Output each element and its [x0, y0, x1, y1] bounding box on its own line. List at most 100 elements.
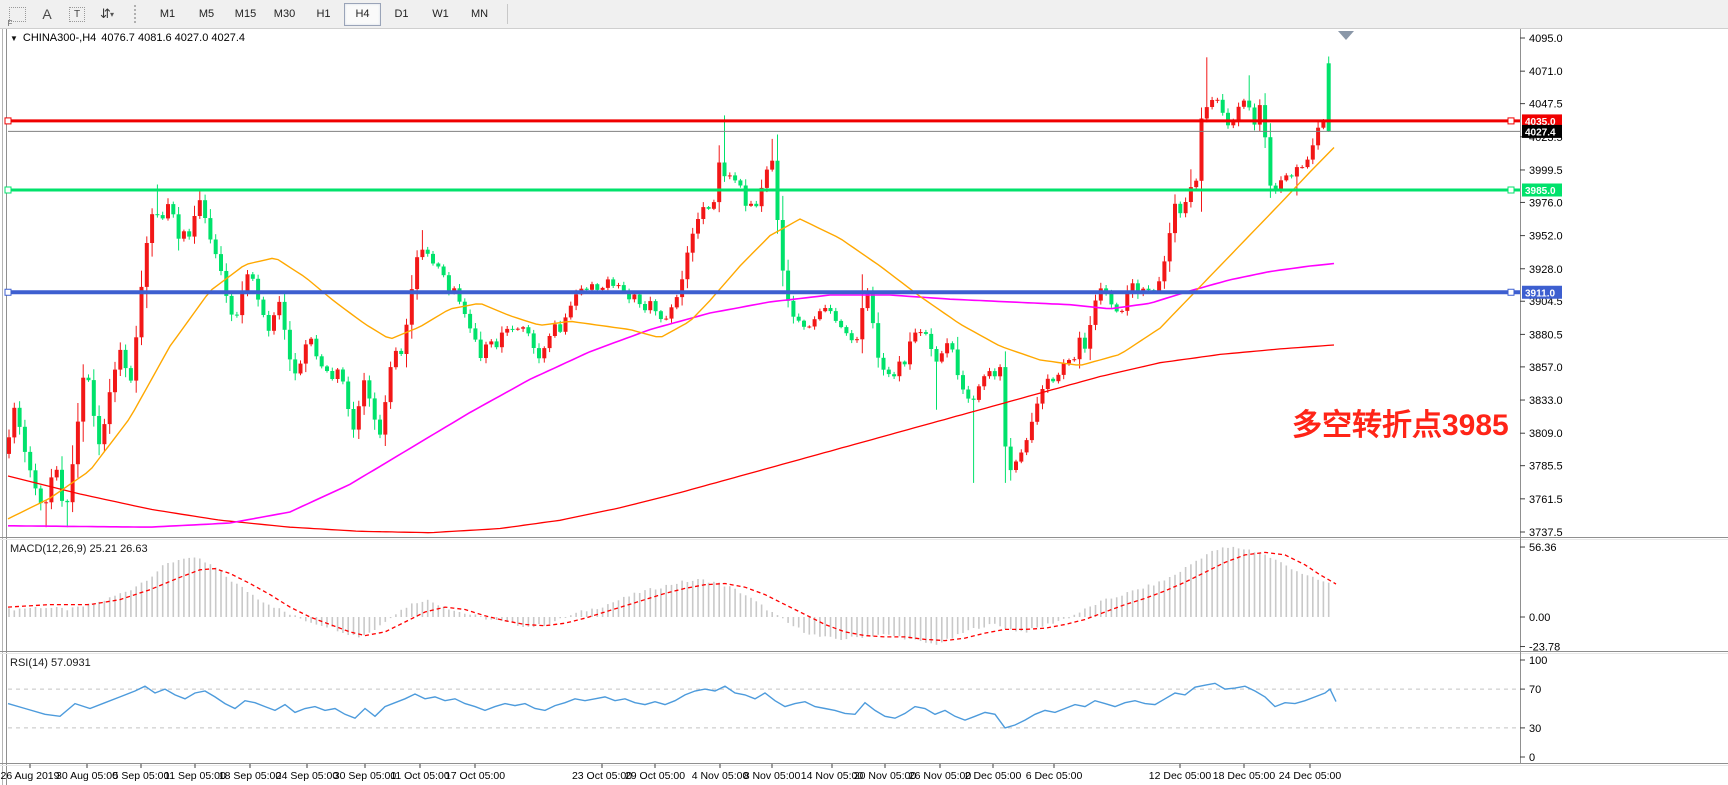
hline-handle[interactable]: [1508, 118, 1514, 124]
date-label: 8 Nov 05:00: [744, 770, 801, 782]
candle-body: [299, 364, 303, 374]
candle-body: [124, 350, 128, 368]
candle-body: [611, 279, 615, 286]
candle-body: [574, 294, 578, 305]
cycle-arrows-button[interactable]: ⇵ ▾: [94, 3, 120, 25]
candle-body: [336, 370, 340, 380]
grid-icon-f-label: F: [8, 19, 13, 28]
candle-body: [950, 343, 954, 349]
toolbar-drag-grip[interactable]: [134, 5, 140, 23]
candle-body: [473, 328, 477, 339]
candle-body: [654, 301, 658, 311]
hline-handle[interactable]: [1508, 187, 1514, 193]
macd-indicator-label: MACD(12,26,9): [10, 543, 86, 555]
candle-body: [585, 289, 589, 290]
candle-body: [691, 234, 695, 253]
rsi-axis-label: 30: [1529, 723, 1541, 735]
candle-body: [659, 311, 663, 319]
candle-body: [818, 311, 822, 319]
candle-body: [860, 308, 864, 339]
candle-body: [1184, 202, 1188, 213]
timeframe-button-d1[interactable]: D1: [383, 3, 420, 26]
candle-body: [664, 319, 668, 320]
candle-body: [203, 200, 207, 218]
date-label: 18 Dec 05:00: [1213, 770, 1276, 782]
candle-body: [1221, 100, 1225, 113]
timeframe-button-m30[interactable]: M30: [266, 3, 303, 26]
candle-body: [1094, 301, 1098, 325]
ohlc-readout: 4076.7 4081.6 4027.0 4027.4: [101, 32, 245, 44]
candle-body: [993, 371, 997, 376]
candle-body: [367, 380, 371, 398]
candle-body: [23, 427, 27, 452]
candle-body: [1083, 338, 1087, 349]
candle-body: [277, 302, 281, 315]
date-label: 30 Aug 05:00: [56, 770, 118, 782]
candle-body: [791, 301, 795, 317]
candle-body: [1284, 175, 1288, 180]
candle-body: [1168, 233, 1172, 261]
candle-body: [426, 250, 430, 254]
candle-body: [802, 321, 806, 327]
timeframe-button-w1[interactable]: W1: [422, 3, 459, 26]
hline-handle[interactable]: [5, 187, 11, 193]
candle-body: [140, 287, 144, 337]
candle-body: [521, 327, 525, 329]
timeframe-button-h4[interactable]: H4: [344, 3, 381, 26]
timeframe-button-m5[interactable]: M5: [188, 3, 225, 26]
candle-body: [511, 329, 515, 330]
candle-body: [320, 356, 324, 366]
hline-handle[interactable]: [5, 118, 11, 124]
candle-body: [166, 204, 170, 218]
candle-body: [1035, 404, 1039, 422]
candle-body: [314, 339, 318, 357]
hline-handle[interactable]: [1508, 289, 1514, 295]
candle-body: [87, 378, 91, 381]
date-label: 11 Sep 05:00: [164, 770, 226, 782]
candle-body: [1019, 453, 1023, 462]
candle-body: [208, 218, 212, 239]
candle-body: [1041, 389, 1045, 404]
price-axis-label: 3928.0: [1529, 264, 1563, 276]
timeframe-button-m15[interactable]: M15: [227, 3, 264, 26]
price-axis-label: 3737.5: [1529, 527, 1563, 539]
candle-body: [193, 216, 197, 237]
chart-window: 4095.04071.04047.54023.53999.53976.03952…: [0, 28, 1728, 785]
price-axis-label: 3761.5: [1529, 494, 1563, 506]
macd-axis-label: -23.78: [1529, 642, 1560, 654]
candle-body: [1147, 289, 1151, 291]
candle-body: [680, 279, 684, 297]
timeframe-button-mn[interactable]: MN: [461, 3, 498, 26]
timeframe-button-h1[interactable]: H1: [305, 3, 342, 26]
symbol-caret-icon[interactable]: ▼: [10, 34, 18, 43]
candle-body: [1300, 167, 1304, 168]
candle-body: [945, 343, 949, 353]
candle-body: [956, 350, 960, 376]
candle-body: [537, 348, 541, 358]
candle-body: [230, 296, 234, 315]
candle-body: [982, 376, 986, 386]
candle-body: [850, 333, 854, 340]
text-box-tool-button[interactable]: T: [64, 3, 90, 25]
text-a-icon: A: [42, 6, 51, 22]
date-label: 29 Oct 05:00: [625, 770, 685, 782]
candle-body: [516, 329, 520, 330]
candle-body: [670, 307, 674, 318]
candle-body: [675, 297, 679, 307]
candle-body: [717, 163, 721, 203]
indicator-grid-icon[interactable]: F: [4, 3, 30, 25]
candle-body: [1162, 261, 1166, 281]
candle-body: [988, 371, 992, 376]
candle-body: [447, 275, 451, 293]
text-label-tool-button[interactable]: A: [34, 3, 60, 25]
rsi-axis-label: 0: [1529, 752, 1535, 764]
candle-body: [1237, 107, 1241, 122]
candle-body: [977, 386, 981, 400]
chart-annotation-text[interactable]: 多空转折点3985: [1292, 400, 1509, 444]
hline-handle[interactable]: [5, 289, 11, 295]
date-label: 24 Sep 05:00: [276, 770, 339, 782]
candle-body: [882, 358, 886, 370]
candle-body: [267, 315, 271, 331]
candle-body: [463, 302, 467, 314]
timeframe-button-m1[interactable]: M1: [149, 3, 186, 26]
